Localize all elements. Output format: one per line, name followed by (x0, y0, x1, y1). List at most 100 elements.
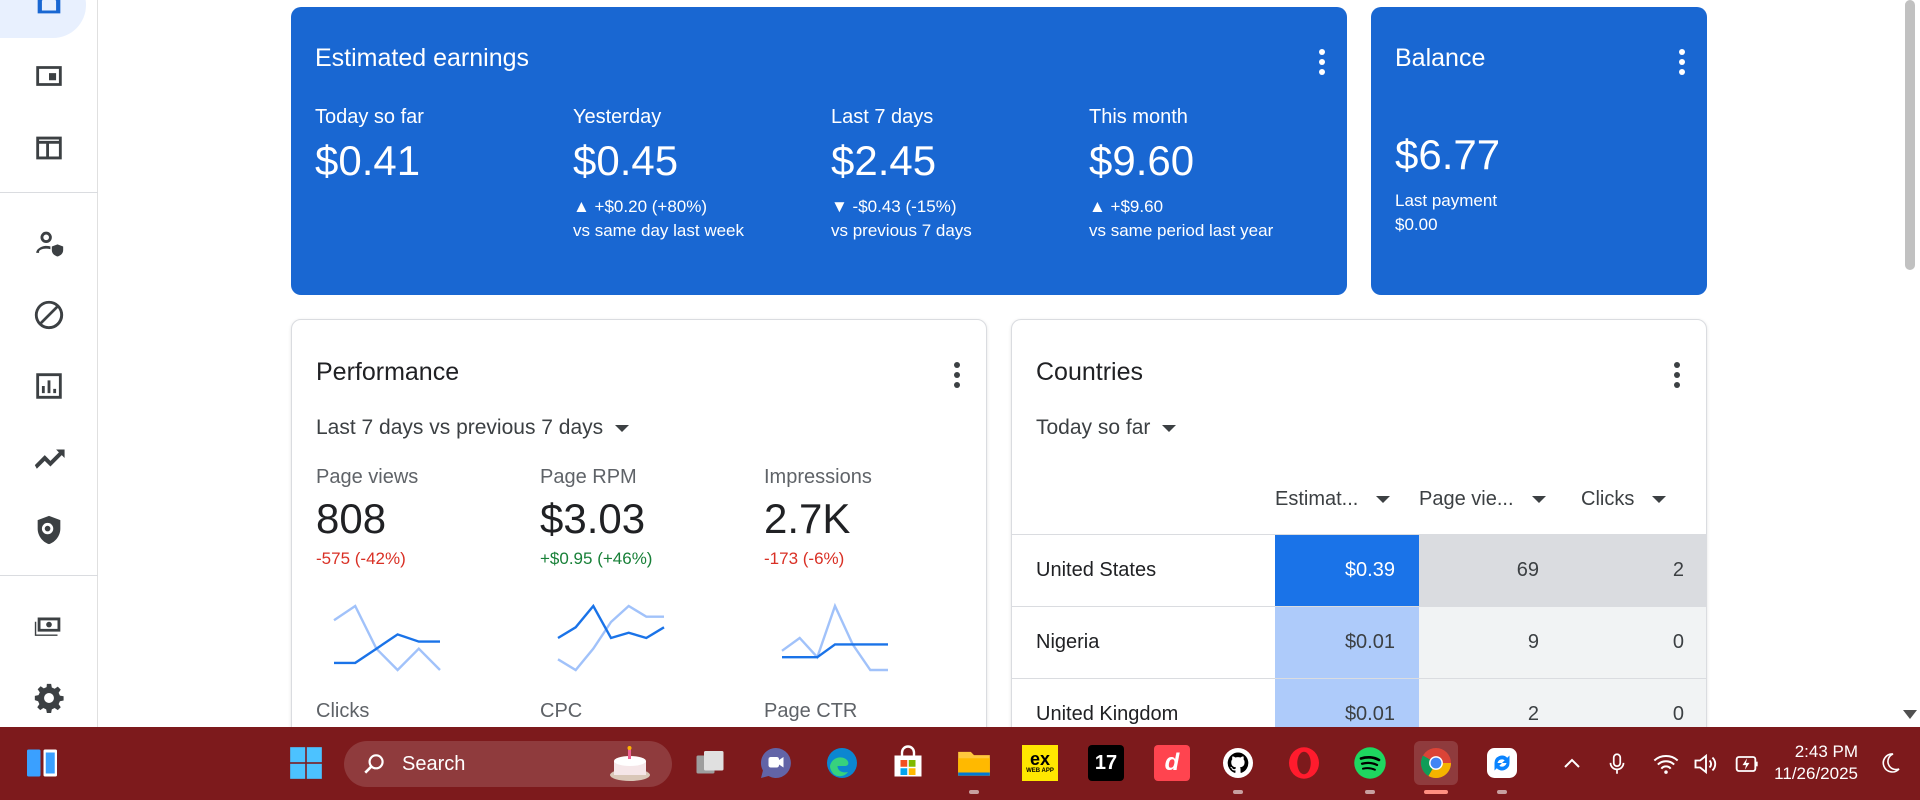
running-indicator (1365, 790, 1375, 794)
exness-icon: ex WEB APP (1022, 745, 1058, 781)
do-not-disturb-moon-icon[interactable] (1878, 751, 1902, 775)
chrome-button[interactable] (1414, 741, 1458, 794)
metric-change: +$0.95 (+46%) (540, 549, 653, 568)
perf-metric-page-views[interactable]: Page views 808 -575 (-42%) (316, 466, 526, 569)
tradingview-button[interactable]: 17 (1084, 741, 1128, 785)
more-options-icon[interactable] (1665, 360, 1689, 390)
teams-chat-icon (760, 747, 791, 778)
perf-metric-page-ctr[interactable]: Page CTR (764, 700, 974, 723)
taskbar-clock[interactable]: 2:43 PM 11/26/2025 (1774, 741, 1858, 785)
metric-change: -173 (-6%) (764, 549, 845, 568)
remote-app-button[interactable] (1480, 741, 1524, 794)
perf-metric-cpc[interactable]: CPC (540, 700, 750, 723)
widgets-button[interactable] (20, 741, 64, 785)
spotify-button[interactable] (1348, 741, 1392, 794)
column-header-label: Clicks (1581, 488, 1635, 510)
policy-shield-icon (37, 515, 61, 545)
metric-value: $2.45 (831, 137, 937, 184)
nav-payments[interactable] (0, 596, 98, 656)
perf-metric-page-rpm[interactable]: Page RPM $3.03 +$0.95 (+46%) (540, 466, 750, 569)
nav-home[interactable] (0, 0, 98, 32)
earnings-metric-today: Today so far $0.41 (315, 106, 555, 185)
nav-reports[interactable] (0, 356, 98, 416)
metric-value: 2.7K (764, 495, 851, 542)
nav-ads[interactable] (0, 118, 98, 178)
scrollbar-thumb[interactable] (1905, 0, 1915, 270)
microphone-icon[interactable] (1604, 751, 1630, 777)
exness-icon-label: ex (1029, 749, 1051, 769)
task-view-button[interactable] (688, 741, 732, 785)
folder-icon (958, 751, 990, 776)
metric-label: Last 7 days (831, 106, 934, 128)
perf-metric-impressions[interactable]: Impressions 2.7K -173 (-6%) (764, 466, 974, 569)
more-options-icon[interactable] (1310, 47, 1334, 77)
earnings-cell: $0.39 (1275, 535, 1419, 606)
pageviews-cell: 9 (1419, 607, 1563, 678)
page-scrollbar[interactable] (1898, 0, 1920, 727)
estimated-earnings-card: Estimated earnings Today so far $0.41 Ye… (291, 7, 1347, 295)
metric-value: $3.03 (540, 495, 646, 542)
sparkline-previous-line (781, 602, 888, 672)
clock-time: 2:43 PM (1794, 742, 1858, 761)
caret-down-icon (1162, 424, 1177, 432)
last-payment-label: Last payment (1395, 191, 1498, 210)
wifi-icon[interactable] (1652, 750, 1680, 778)
display-ad-icon (36, 66, 62, 86)
github-desktop-button[interactable] (1216, 741, 1260, 794)
table-row[interactable]: United Kingdom $0.01 2 0 (1012, 678, 1706, 727)
card-title: Countries (1036, 358, 1143, 386)
nav-blocking-controls[interactable] (0, 285, 98, 345)
table-row[interactable]: United States $0.39 69 2 (1012, 534, 1706, 606)
exness-button[interactable]: ex WEB APP (1018, 741, 1062, 785)
date-range-dropdown[interactable]: Today so far (1036, 416, 1177, 440)
nav-sites[interactable] (0, 46, 98, 106)
nav-optimization[interactable] (0, 428, 98, 488)
metric-label: Yesterday (573, 106, 662, 128)
earnings-cell: $0.01 (1275, 679, 1419, 727)
chrome-icon (1420, 748, 1452, 779)
more-options-icon[interactable] (1670, 47, 1694, 77)
adsense-dashboard: Estimated earnings Today so far $0.41 Ye… (0, 0, 1920, 727)
column-header-earnings[interactable]: Estimat... (1275, 488, 1391, 511)
deriv-button[interactable]: d (1150, 741, 1194, 785)
taskbar-search-box[interactable]: Search (344, 741, 672, 787)
date-range-dropdown[interactable]: Last 7 days vs previous 7 days (316, 416, 630, 440)
nav-settings[interactable] (0, 668, 98, 727)
teams-chat-button[interactable] (754, 741, 798, 785)
metric-label: CPC (540, 700, 583, 722)
column-header-label: Estimat... (1275, 488, 1359, 510)
volume-icon[interactable] (1692, 750, 1720, 778)
sparkline-page-views (333, 604, 441, 672)
nav-privacy[interactable] (0, 213, 98, 273)
metric-value: 808 (316, 495, 387, 542)
perf-metric-clicks[interactable]: Clicks (316, 700, 526, 723)
scroll-down-arrow-icon[interactable] (1903, 710, 1917, 719)
chevron-up-icon[interactable] (1560, 752, 1584, 776)
opera-button[interactable] (1282, 741, 1326, 785)
opera-icon (1289, 747, 1319, 779)
more-options-icon[interactable] (945, 360, 969, 390)
search-icon (364, 754, 384, 774)
table-row[interactable]: Nigeria $0.01 9 0 (1012, 606, 1706, 678)
sparkline-page-rpm (557, 603, 665, 672)
date-range-label: Last 7 days vs previous 7 days (316, 416, 604, 439)
column-header-page-views[interactable]: Page vie... (1419, 488, 1546, 511)
metric-value: $9.60 (1089, 137, 1195, 184)
country-name: United Kingdom (1036, 703, 1179, 725)
edge-button[interactable] (820, 741, 864, 785)
battery-charging-icon[interactable] (1732, 750, 1760, 778)
column-header-clicks[interactable]: Clicks (1581, 488, 1667, 511)
metric-value: $0.45 (573, 137, 679, 184)
start-button[interactable] (284, 741, 328, 785)
nav-policy-center[interactable] (0, 500, 98, 560)
metric-change: -575 (-42%) (316, 549, 406, 568)
microsoft-store-button[interactable] (886, 741, 930, 785)
balance-value: $6.77 (1395, 131, 1501, 178)
file-explorer-button[interactable] (952, 741, 996, 794)
windows-taskbar: Search ex WEB APP 17 d 2:43 PM 11/26/202… (0, 727, 1920, 800)
task-view-icon (696, 751, 724, 774)
left-nav-rail (0, 0, 98, 727)
metric-label: Page CTR (764, 700, 858, 722)
earnings-metric-last-7-days: Last 7 days $2.45 ▼ -$0.43 (-15%) vs pre… (831, 106, 1071, 241)
pageviews-cell: 2 (1419, 679, 1563, 727)
